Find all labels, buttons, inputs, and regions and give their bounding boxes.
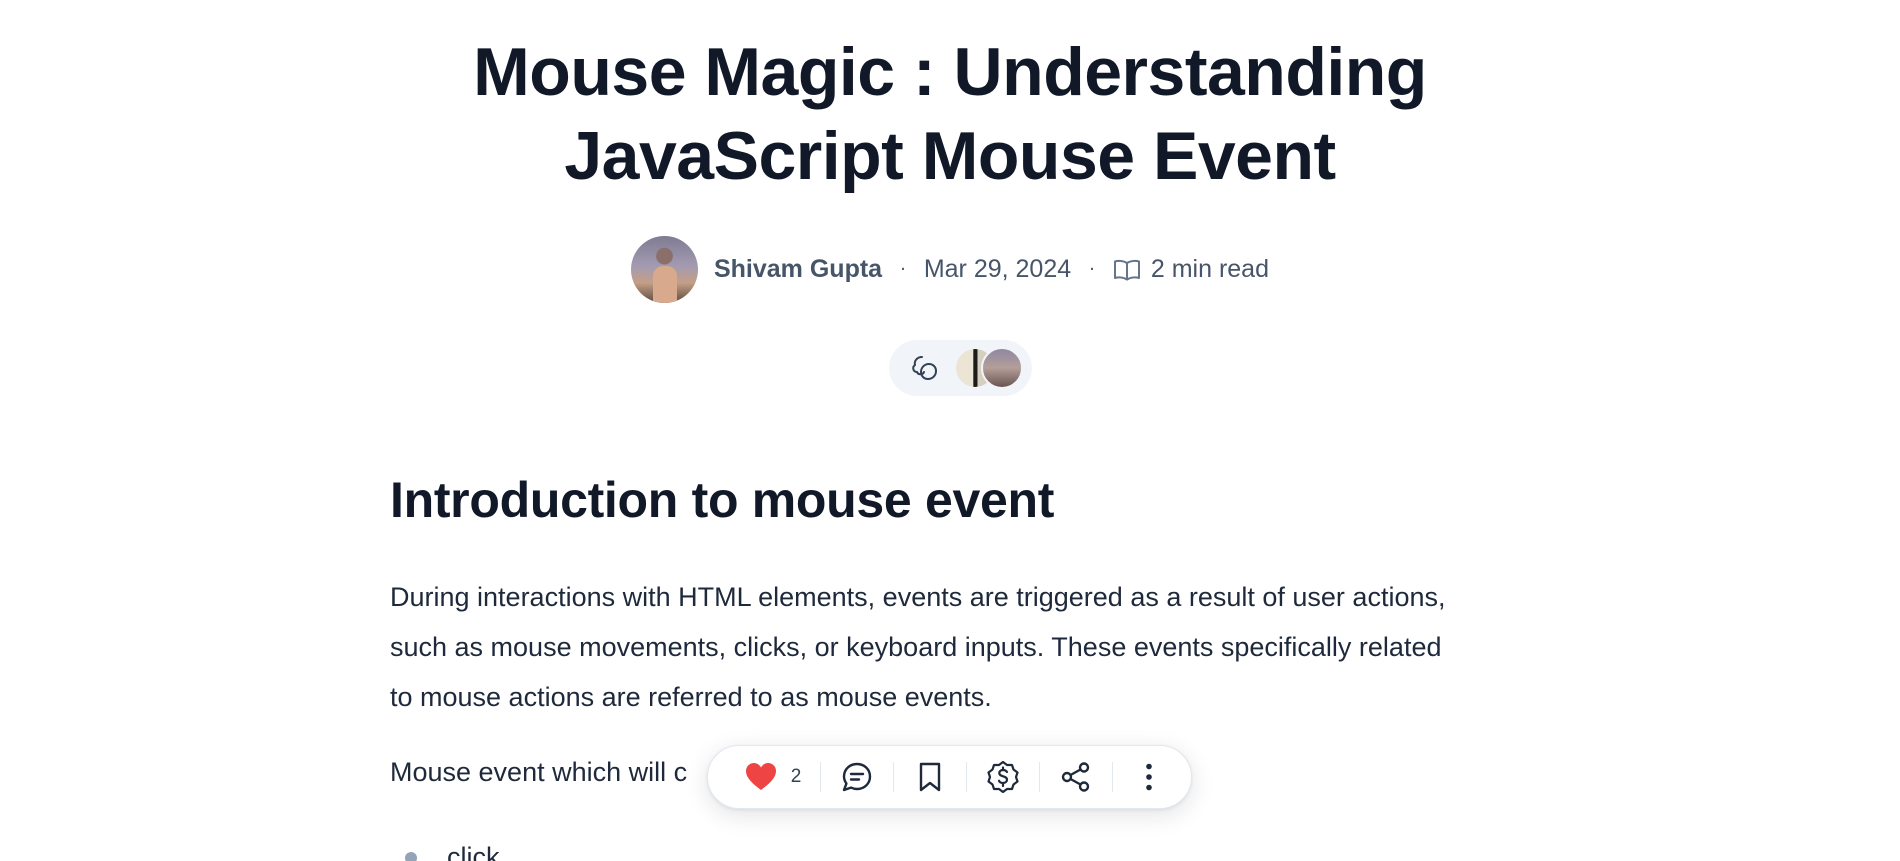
coauthors-pill[interactable] — [889, 340, 1032, 396]
list-bullet — [405, 851, 417, 861]
article-page: Mouse Magic : Understanding JavaScript M… — [0, 0, 1900, 861]
toolbar-divider — [893, 762, 894, 792]
toolbar-divider — [1039, 762, 1040, 792]
article-paragraph: During interactions with HTML elements, … — [390, 582, 1446, 712]
comment-icon — [842, 762, 872, 792]
heart-icon — [745, 763, 776, 790]
list-item-text: click — [447, 842, 500, 861]
more-options-button[interactable] — [1131, 757, 1167, 797]
book-open-icon — [1113, 259, 1140, 280]
author-name[interactable]: Shivam Gupta — [714, 255, 882, 284]
post-title-line-2: JavaScript Mouse Event — [564, 118, 1336, 194]
author-avatar[interactable] — [630, 236, 698, 303]
list-item: click — [405, 842, 500, 861]
toolbar-divider — [966, 762, 967, 792]
share-button[interactable] — [1058, 757, 1094, 797]
share-icon — [1061, 762, 1090, 792]
floating-action-bar: 2 — [707, 745, 1192, 809]
like-button[interactable]: 2 — [742, 757, 802, 797]
toolbar-divider — [820, 762, 821, 792]
post-title: Mouse Magic : Understanding JavaScript M… — [0, 30, 1900, 198]
section-heading: Introduction to mouse event — [390, 472, 1055, 528]
sponsor-button[interactable] — [985, 757, 1021, 797]
more-icon — [1146, 763, 1152, 791]
like-count: 2 — [790, 766, 802, 787]
post-date: Mar 29, 2024 — [923, 255, 1072, 283]
meta-separator: · — [1089, 259, 1095, 280]
bookmark-icon — [919, 762, 941, 792]
collaboration-icon — [912, 356, 937, 380]
coauthor-avatar[interactable] — [981, 347, 1023, 389]
comment-button[interactable] — [839, 757, 875, 797]
article-paragraph-2: Mouse event which will c — [390, 757, 688, 787]
article-body: Introduction to mouse event During inter… — [390, 468, 1470, 722]
post-title-line-1: Mouse Magic : Understanding — [473, 34, 1427, 110]
bookmark-button[interactable] — [912, 757, 948, 797]
post-meta: Shivam Gupta · Mar 29, 2024 · 2 min read — [0, 236, 1900, 303]
read-time: 2 min read — [1150, 255, 1269, 283]
meta-separator: · — [900, 259, 906, 280]
dollar-icon — [987, 760, 1019, 794]
toolbar-divider — [1112, 762, 1113, 792]
